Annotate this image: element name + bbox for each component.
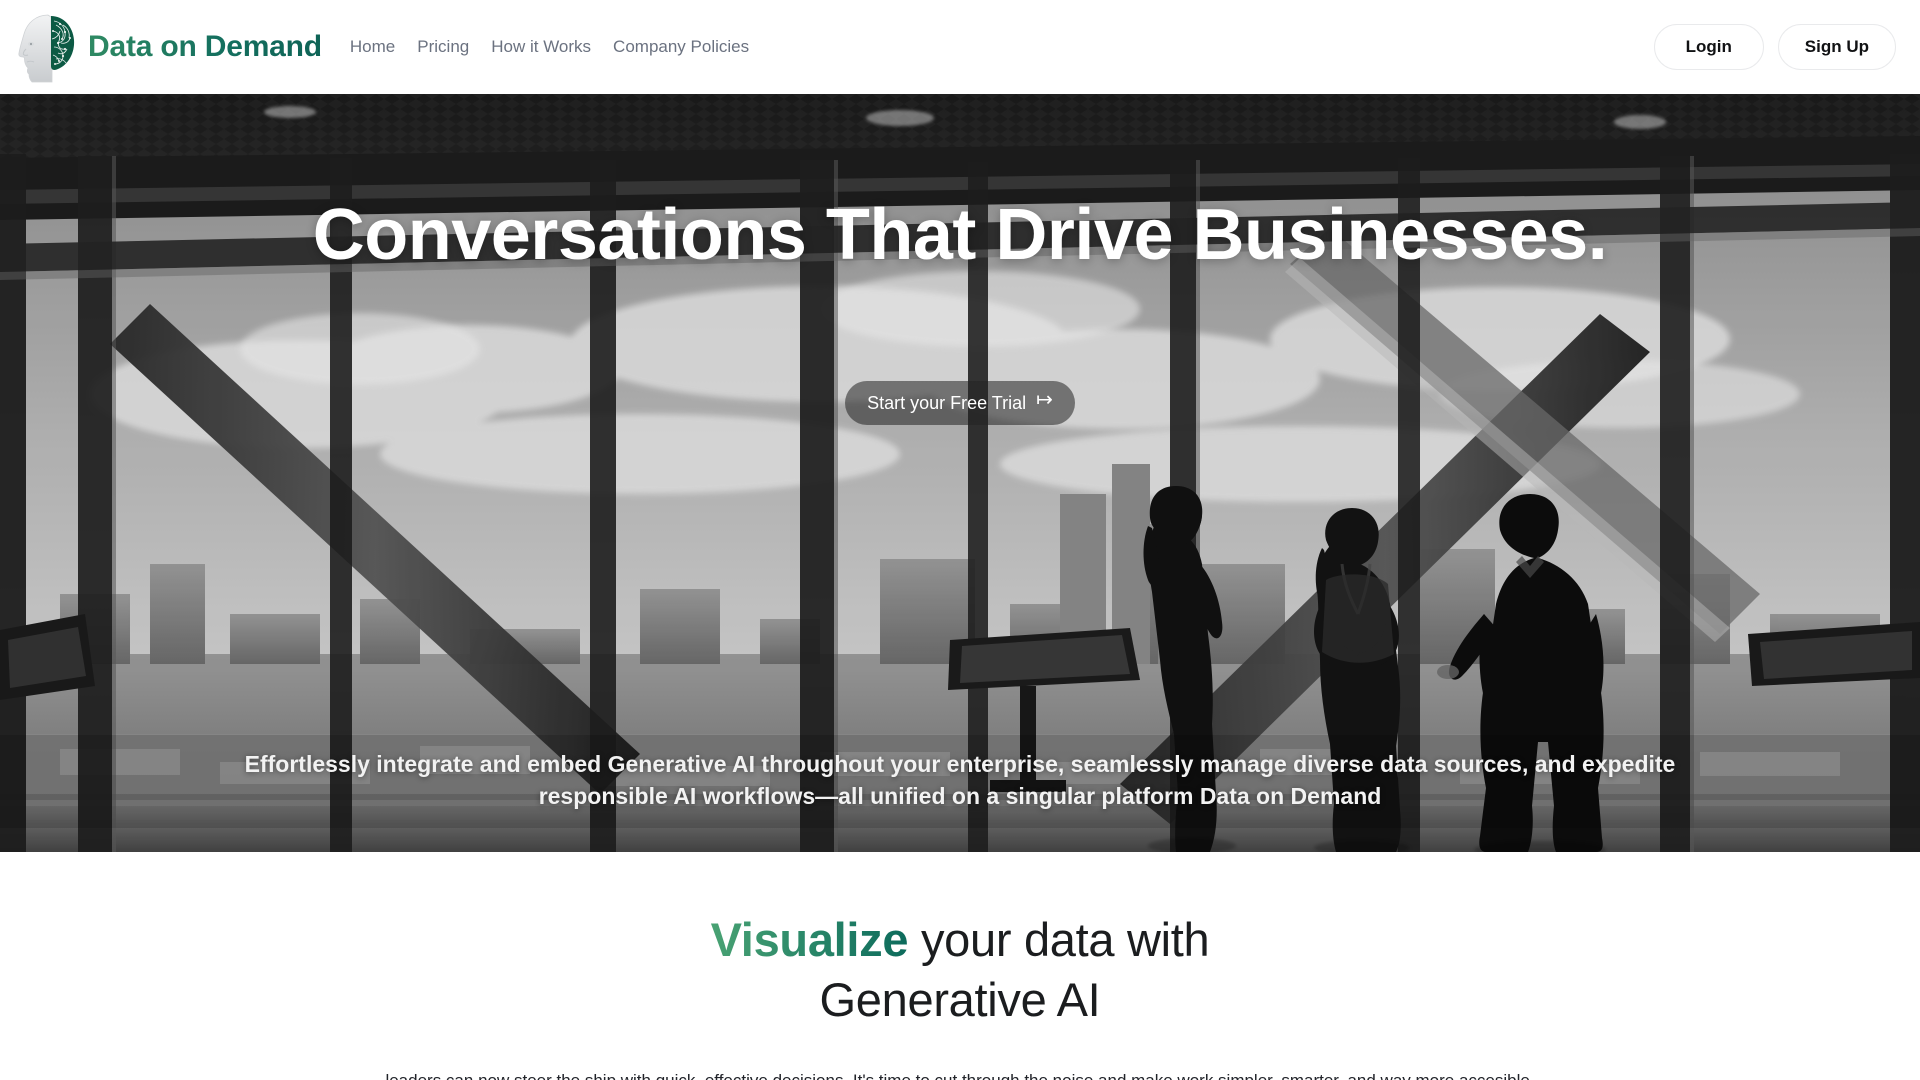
visualize-heading: Visualize your data with Generative AI (0, 910, 1920, 1030)
hero-title: Conversations That Drive Businesses. (312, 195, 1608, 275)
header-actions: Login Sign Up (1653, 24, 1896, 70)
visualize-heading-accent: Visualize (710, 913, 909, 966)
visualize-subtext: leaders can now steer the ship with quic… (0, 1068, 1920, 1080)
nav-item-home[interactable]: Home (350, 37, 395, 57)
head-profile-brain-network-icon (18, 14, 75, 83)
bar-arrow-right-icon: ↦ (1036, 389, 1053, 411)
login-button[interactable]: Login (1653, 24, 1764, 70)
main-nav: Home Pricing How it Works Company Polici… (350, 37, 749, 57)
brand-block[interactable]: Data on Demand (18, 11, 322, 83)
visualize-heading-line2: Generative AI (819, 973, 1101, 1027)
start-free-trial-label: Start your Free Trial (867, 392, 1027, 413)
signup-button[interactable]: Sign Up (1777, 24, 1896, 70)
nav-item-pricing[interactable]: Pricing (417, 37, 469, 57)
nav-item-company-policies[interactable]: Company Policies (613, 37, 749, 57)
visualize-heading-rest: your data with (908, 913, 1210, 966)
hero-paragraph: Effortlessly integrate and embed Generat… (244, 751, 1676, 809)
brand-title: Data on Demand (88, 30, 322, 63)
site-header: Data on Demand Home Pricing How it Works… (0, 0, 1920, 94)
hero-section: Conversations That Drive Businesses. Sta… (0, 94, 1920, 852)
visualize-section: Visualize your data with Generative AI l… (0, 852, 1920, 1080)
start-free-trial-button[interactable]: Start your Free Trial ↦ (845, 381, 1075, 425)
hero-content: Conversations That Drive Businesses. Sta… (0, 94, 1920, 852)
hero-cta-wrap: Start your Free Trial ↦ (0, 381, 1920, 425)
nav-item-how-it-works[interactable]: How it Works (491, 37, 591, 57)
hero-paragraph-band: Effortlessly integrate and embed Generat… (0, 735, 1920, 829)
